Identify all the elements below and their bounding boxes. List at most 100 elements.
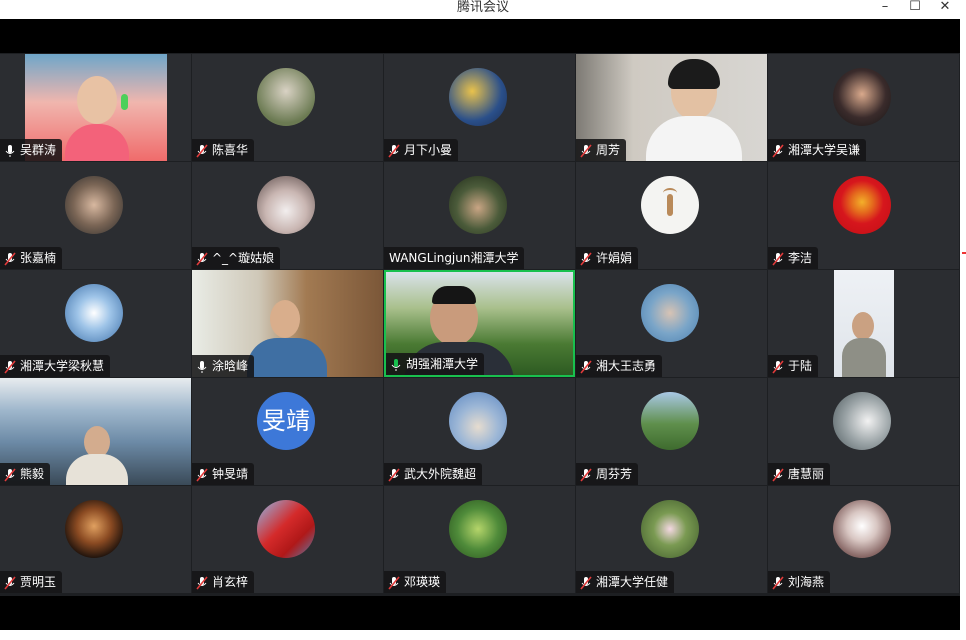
muted-mic-icon [196, 575, 208, 590]
muted-mic-icon [580, 359, 592, 374]
participant-avatar [257, 500, 315, 558]
participant-name-tag: 钟旻靖 [192, 463, 255, 485]
muted-mic-icon [772, 359, 784, 374]
muted-mic-icon [388, 467, 400, 482]
muted-mic-icon [580, 575, 592, 590]
participant-name: 唐慧丽 [788, 467, 825, 481]
participant-tile[interactable]: 湘潭大学梁秋慧 [0, 270, 191, 377]
participant-name: 肖玄梓 [212, 575, 249, 589]
participant-name-tag: 周芬芳 [576, 463, 639, 485]
participant-tile[interactable]: ^_^璇姑娘 [192, 162, 383, 269]
participant-name-tag: 周芳 [576, 139, 627, 161]
participant-name: 湘潭大学任健 [596, 575, 669, 589]
participant-tile[interactable]: WANGLingjun湘潭大学 [384, 162, 575, 269]
close-button[interactable]: ✕ [930, 0, 960, 18]
muted-mic-icon [4, 251, 16, 266]
participant-avatar [257, 176, 315, 234]
participant-avatar [833, 500, 891, 558]
participant-name-tag: 张嘉楠 [0, 247, 63, 269]
participant-tile[interactable]: 周芳 [576, 54, 767, 161]
top-toolbar [0, 19, 960, 53]
muted-mic-icon [196, 251, 208, 266]
participant-avatar [449, 176, 507, 234]
participant-name: 湘大王志勇 [596, 359, 657, 373]
participant-name: ^_^璇姑娘 [212, 251, 275, 265]
muted-mic-icon [580, 143, 592, 158]
minimize-button[interactable]: – [870, 0, 900, 18]
participant-video [834, 270, 894, 377]
participant-tile[interactable]: 吴群涛 [0, 54, 191, 161]
participant-avatar [449, 500, 507, 558]
muted-mic-icon [580, 251, 592, 266]
window-title: 腾讯会议 [456, 0, 509, 15]
participant-name: 于陆 [788, 359, 813, 373]
muted-mic-icon [388, 143, 400, 158]
participant-name-tag: WANGLingjun湘潭大学 [384, 247, 525, 269]
participant-tile[interactable]: 贾明玉 [0, 486, 191, 593]
participant-tile[interactable]: 刘海燕 [768, 486, 959, 593]
participant-name: 月下小曼 [404, 143, 453, 157]
muted-mic-icon [772, 575, 784, 590]
participant-name: 熊毅 [20, 467, 45, 481]
participant-tile[interactable]: 湘大王志勇 [576, 270, 767, 377]
participant-tile[interactable]: 唐慧丽 [768, 378, 959, 485]
title-bar: 腾讯会议 – ☐ ✕ [0, 0, 966, 19]
participant-tile[interactable]: 肖玄梓 [192, 486, 383, 593]
participant-tile[interactable]: 许娟娟 [576, 162, 767, 269]
participant-avatar [641, 500, 699, 558]
participant-name: 湘潭大学梁秋慧 [20, 359, 105, 373]
speaking-mic-icon [390, 357, 402, 371]
participant-tile[interactable]: 李洁 [768, 162, 959, 269]
participant-name-tag: 涂晗峰 [192, 355, 255, 377]
participant-name-tag: 唐慧丽 [768, 463, 831, 485]
participant-name: 吴群涛 [20, 143, 57, 157]
participant-name-tag: 邓瑛瑛 [384, 571, 447, 593]
participant-tile[interactable]: 于陆 [768, 270, 959, 377]
participant-tile[interactable]: 湘潭大学吴谦 [768, 54, 959, 161]
participant-tile[interactable]: 武大外院魏超 [384, 378, 575, 485]
participant-name-tag: 湘大王志勇 [576, 355, 663, 377]
participant-tile[interactable]: 月下小曼 [384, 54, 575, 161]
participant-tile[interactable]: 张嘉楠 [0, 162, 191, 269]
mic-icon [196, 359, 208, 373]
muted-mic-icon [772, 467, 784, 482]
window-edge [960, 19, 966, 640]
mic-icon [4, 143, 16, 157]
participant-name: 邓瑛瑛 [404, 575, 441, 589]
participant-name: 武大外院魏超 [404, 467, 477, 481]
participant-name-tag: 陈喜华 [192, 139, 255, 161]
participant-avatar [641, 176, 699, 234]
participant-name: WANGLingjun湘潭大学 [389, 251, 519, 265]
participant-name-tag: 月下小曼 [384, 139, 459, 161]
muted-mic-icon [4, 359, 16, 374]
participant-tile[interactable]: 旻靖 钟旻靖 [192, 378, 383, 485]
participant-name: 涂晗峰 [212, 359, 249, 373]
muted-mic-icon [196, 467, 208, 482]
participant-name-tag: 吴群涛 [0, 139, 63, 161]
participant-tile[interactable]: 熊毅 [0, 378, 191, 485]
bottom-toolbar [0, 596, 960, 630]
muted-mic-icon [388, 575, 400, 590]
participant-name-tag: 肖玄梓 [192, 571, 255, 593]
participant-text-avatar: 旻靖 [257, 392, 315, 450]
participant-tile[interactable]: 陈喜华 [192, 54, 383, 161]
participant-name: 贾明玉 [20, 575, 57, 589]
participant-tile[interactable]: 邓瑛瑛 [384, 486, 575, 593]
maximize-button[interactable]: ☐ [900, 0, 930, 18]
participant-name-tag: 熊毅 [0, 463, 51, 485]
participant-tile[interactable]: 湘潭大学任健 [576, 486, 767, 593]
muted-mic-icon [772, 143, 784, 158]
participant-name: 周芬芳 [596, 467, 633, 481]
participant-tile-active-speaker[interactable]: 胡强湘潭大学 [384, 270, 575, 377]
participant-name: 陈喜华 [212, 143, 249, 157]
muted-mic-icon [772, 251, 784, 266]
muted-mic-icon [4, 575, 16, 590]
participant-tile[interactable]: 周芬芳 [576, 378, 767, 485]
participant-name: 刘海燕 [788, 575, 825, 589]
participant-name-tag: ^_^璇姑娘 [192, 247, 281, 269]
participant-name: 湘潭大学吴谦 [788, 143, 861, 157]
participant-tile[interactable]: 涂晗峰 [192, 270, 383, 377]
participant-name: 张嘉楠 [20, 251, 57, 265]
participant-avatar [641, 284, 699, 342]
participant-name: 李洁 [788, 251, 813, 265]
